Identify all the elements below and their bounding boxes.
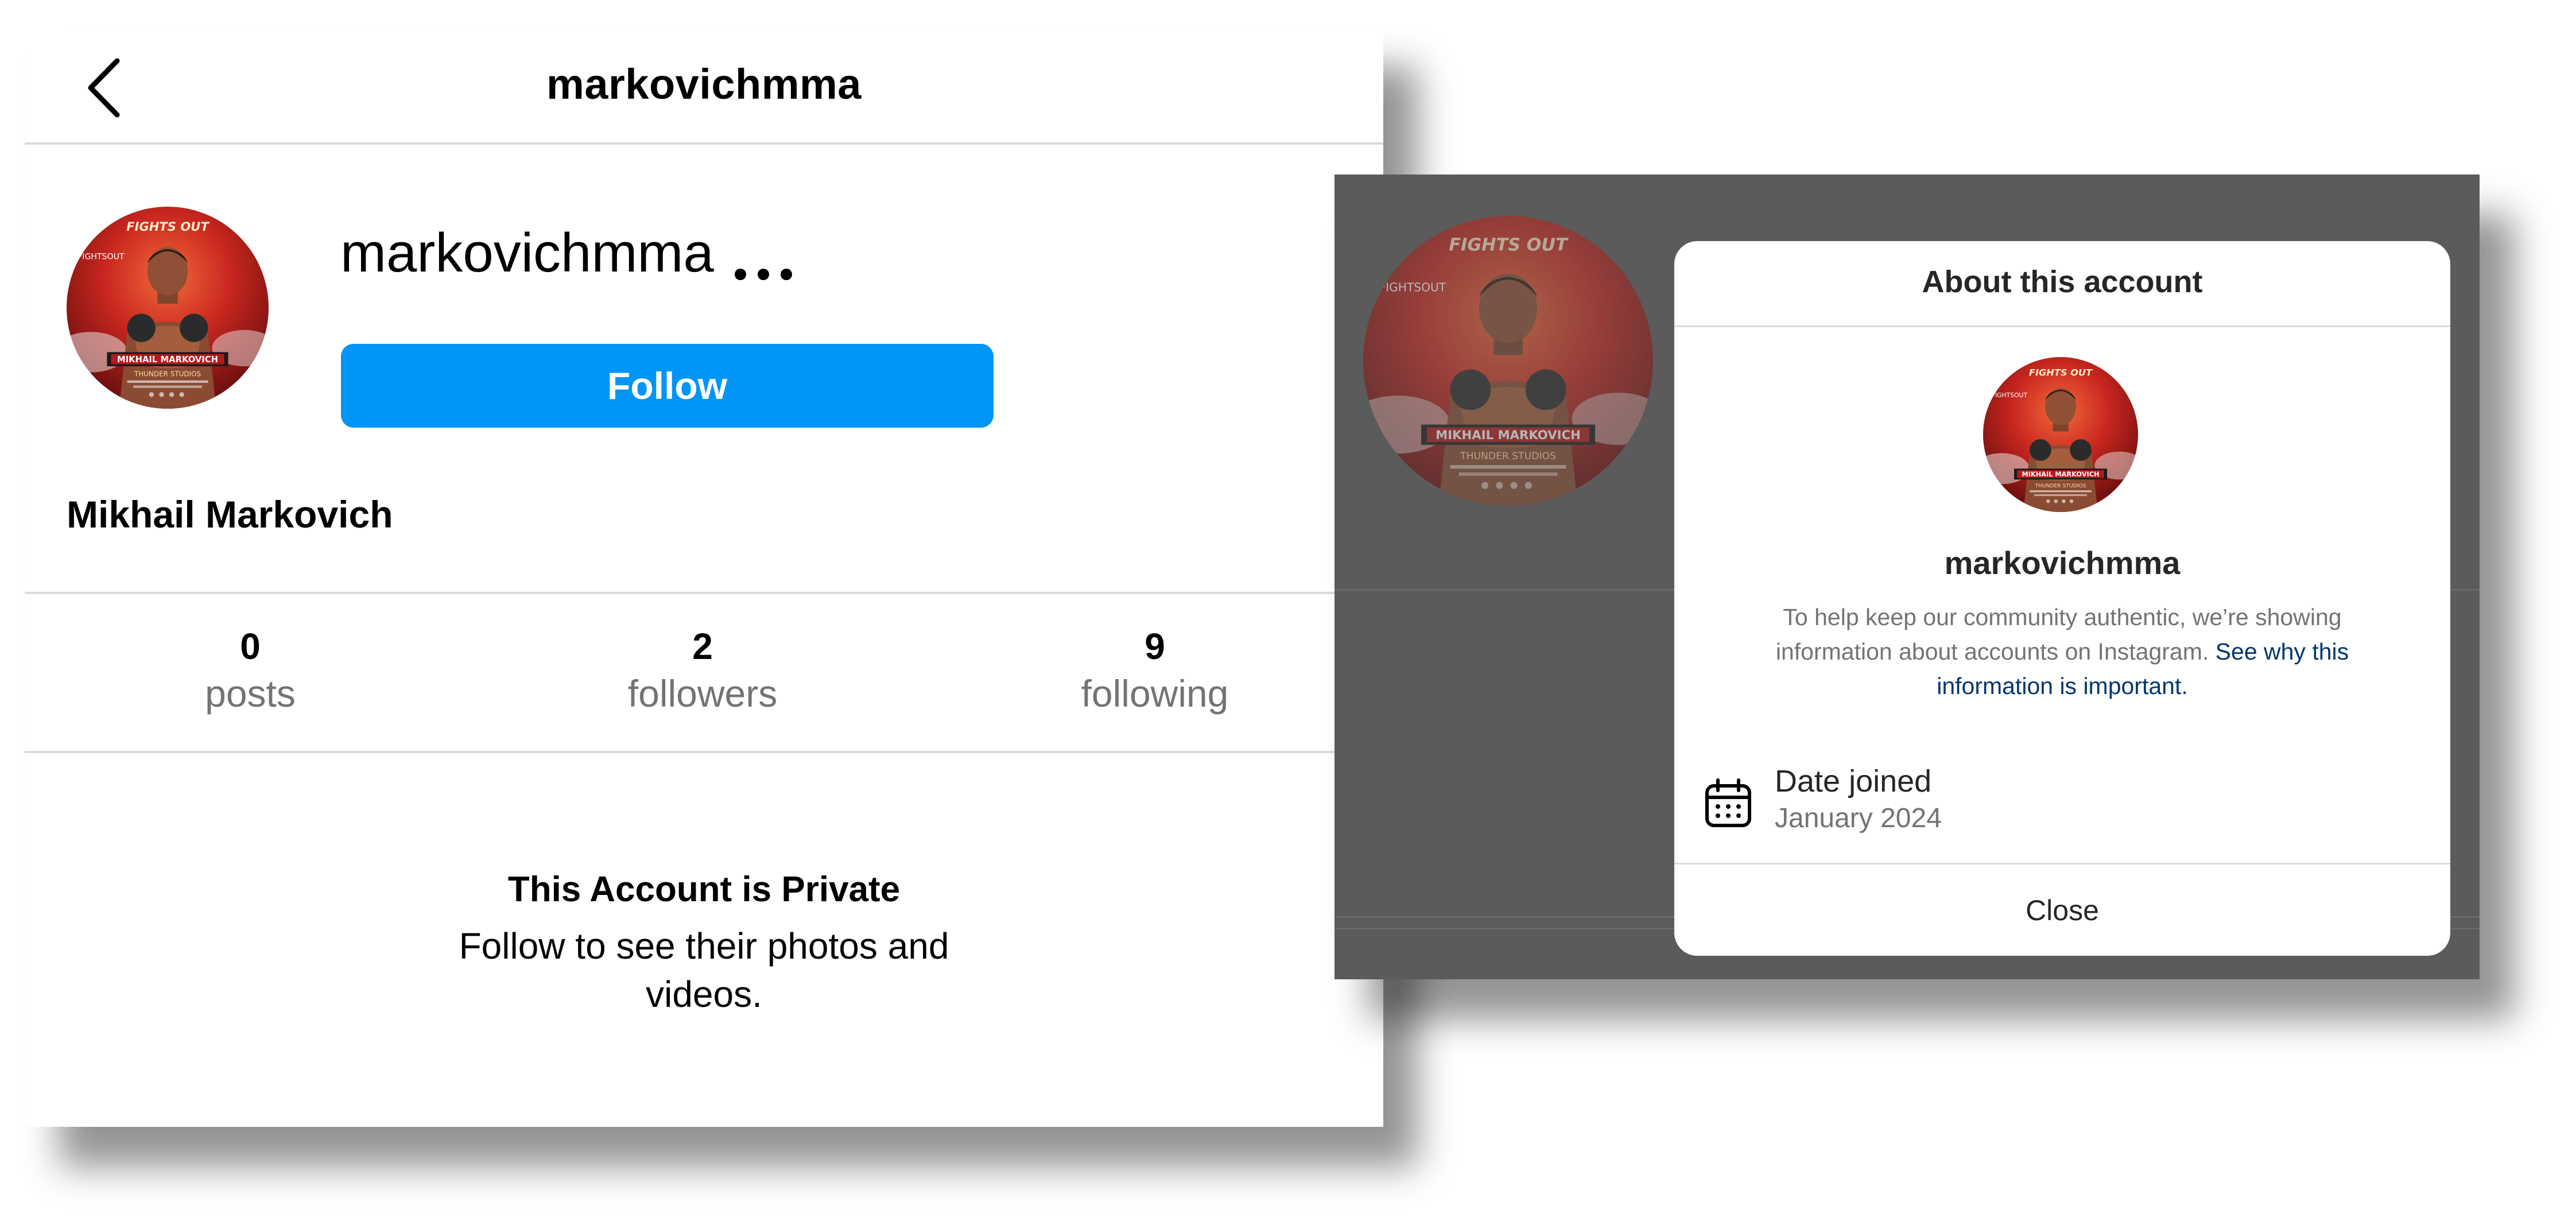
stat-count: 9 <box>1145 626 1165 667</box>
divider <box>25 751 1383 753</box>
divider <box>25 592 1383 594</box>
date-joined-label: Date joined <box>1775 764 1932 798</box>
dialog-title: About this account <box>1922 265 2203 299</box>
private-account-subtitle: Follow to see their photos and videos. <box>459 925 949 1015</box>
private-account-title: This Account is Private <box>507 870 901 909</box>
date-joined-value: January 2024 <box>1775 803 1942 833</box>
stat-label: following <box>1081 672 1229 715</box>
close-button[interactable]: Close <box>1674 864 2450 956</box>
more-horizontal-icon[interactable] <box>732 262 795 287</box>
page-title: markovichmma <box>546 60 862 108</box>
about-account-screen: About this account markovichmma To help … <box>1334 175 2480 979</box>
dialog-avatar <box>1983 357 2138 512</box>
stat-label: posts <box>205 672 296 715</box>
stat-following[interactable]: 9 following <box>1011 623 1298 718</box>
stat-followers[interactable]: 2 followers <box>559 623 846 718</box>
stat-count: 2 <box>692 626 713 667</box>
profile-username: markovichmma <box>340 222 714 284</box>
calendar-icon <box>1705 778 1751 827</box>
profile-page: markovichmma markovichmma Follow Mikhail… <box>25 26 1383 1127</box>
stat-label: followers <box>627 672 778 715</box>
avatar[interactable] <box>67 207 269 409</box>
dialog-username: markovichmma <box>1944 545 2181 581</box>
about-account-dialog: About this account markovichmma To help … <box>1674 241 2450 956</box>
background-avatar <box>1363 216 1653 506</box>
stat-posts: 0 posts <box>107 623 394 718</box>
dialog-info-text: To help keep our community authentic, we… <box>1749 600 2376 703</box>
divider <box>1674 325 2450 327</box>
top-bar: markovichmma <box>25 26 1383 145</box>
stat-count: 0 <box>240 626 261 667</box>
follow-button[interactable]: Follow <box>341 344 994 428</box>
full-name: Mikhail Markovich <box>67 493 393 536</box>
